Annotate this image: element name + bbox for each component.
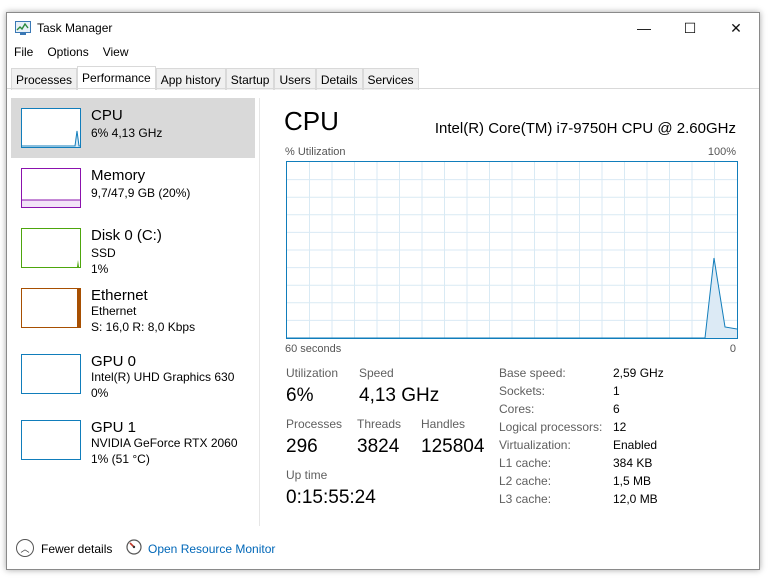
resource-detail-2: 1% (51 °C) bbox=[91, 452, 150, 466]
spec-key: Base speed: bbox=[499, 366, 566, 380]
resource-name: Disk 0 (C:) bbox=[91, 227, 162, 244]
spec-value: 1,5 MB bbox=[613, 474, 652, 488]
cpu-model-name: Intel(R) Core(TM) i7-9750H CPU @ 2.60GHz bbox=[434, 120, 736, 137]
resource-name: Ethernet bbox=[91, 287, 148, 304]
handles-label: Handles bbox=[421, 417, 466, 431]
resource-name: GPU 0 bbox=[91, 353, 137, 370]
chevron-up-icon[interactable]: ︿ bbox=[16, 539, 34, 557]
spec-key: L2 cache: bbox=[499, 474, 552, 488]
resource-name: GPU 1 bbox=[91, 419, 137, 436]
spec-key: L3 cache: bbox=[499, 492, 552, 506]
resource-detail: 6% 4,13 GHz bbox=[91, 126, 163, 140]
processes-value: 296 bbox=[286, 436, 318, 457]
tab-app-history[interactable]: App history bbox=[155, 68, 226, 90]
spec-key: Cores: bbox=[499, 402, 535, 416]
uptime-label: Up time bbox=[286, 468, 328, 482]
resource-item-disk[interactable]: Disk 0 (C:) SSD 1% bbox=[11, 218, 255, 278]
resource-name: Memory bbox=[91, 167, 146, 184]
resource-monitor-icon[interactable] bbox=[126, 539, 142, 555]
utilization-value: 6% bbox=[286, 385, 314, 406]
open-resource-monitor-link[interactable]: Open Resource Monitor bbox=[148, 542, 275, 556]
cpu-utilization-graph bbox=[286, 161, 738, 339]
title-bar: Task Manager — ☐ ✕ bbox=[7, 13, 759, 43]
resource-item-ethernet[interactable]: Ethernet Ethernet S: 16,0 R: 8,0 Kbps bbox=[11, 278, 255, 338]
tab-details[interactable]: Details bbox=[315, 68, 363, 90]
tab-divider bbox=[7, 88, 759, 89]
resource-detail-2: 1% bbox=[91, 262, 109, 276]
resource-detail: Intel(R) UHD Graphics 630 bbox=[91, 370, 235, 384]
menu-view[interactable]: View bbox=[96, 43, 136, 63]
footer-bar: ︿ Fewer details Open Resource Monitor bbox=[7, 529, 759, 569]
spec-value: 1 bbox=[613, 384, 620, 398]
panel-divider bbox=[259, 98, 260, 526]
spec-key: Virtualization: bbox=[499, 438, 571, 452]
task-manager-window: Task Manager — ☐ ✕ File Options View Pro… bbox=[6, 12, 760, 570]
threads-label: Threads bbox=[357, 417, 402, 431]
tab-processes[interactable]: Processes bbox=[11, 68, 78, 90]
graph-max-label: 100% bbox=[707, 146, 736, 158]
memory-thumbnail-graph bbox=[21, 168, 81, 208]
task-manager-app-icon bbox=[15, 21, 31, 35]
cpu-graph-canvas bbox=[287, 162, 737, 338]
processes-label: Processes bbox=[286, 417, 343, 431]
spec-value: 6 bbox=[613, 402, 620, 416]
menu-options[interactable]: Options bbox=[40, 43, 95, 63]
resource-list: CPU 6% 4,13 GHz Memory 9,7/47,9 GB (20%)… bbox=[11, 98, 257, 526]
spec-value: Enabled bbox=[613, 438, 658, 452]
gpu1-thumbnail-graph bbox=[21, 420, 81, 460]
graph-y-label: % Utilization bbox=[285, 146, 346, 158]
tab-startup[interactable]: Startup bbox=[225, 68, 275, 90]
resource-item-cpu[interactable]: CPU 6% 4,13 GHz bbox=[11, 98, 255, 158]
tab-services[interactable]: Services bbox=[362, 68, 419, 90]
spec-value: 2,59 GHz bbox=[613, 366, 664, 380]
resource-item-memory[interactable]: Memory 9,7/47,9 GB (20%) bbox=[11, 158, 255, 218]
utilization-label: Utilization bbox=[286, 366, 339, 380]
spec-key: Logical processors: bbox=[499, 420, 603, 434]
gpu0-thumbnail-graph bbox=[21, 354, 81, 394]
cpu-thumbnail-graph bbox=[21, 108, 81, 148]
resource-item-gpu0[interactable]: GPU 0 Intel(R) UHD Graphics 630 0% bbox=[11, 344, 255, 404]
spec-value: 12,0 MB bbox=[613, 492, 658, 506]
uptime-value: 0:15:55:24 bbox=[286, 487, 376, 508]
speed-label: Speed bbox=[359, 366, 394, 380]
menu-file[interactable]: File bbox=[7, 43, 40, 63]
detail-title: CPU bbox=[284, 106, 339, 136]
resource-detail: SSD bbox=[91, 246, 116, 260]
resource-detail: 9,7/47,9 GB (20%) bbox=[91, 186, 191, 200]
graph-min-label: 0 bbox=[729, 343, 736, 355]
tab-strip: Processes Performance App history Startu… bbox=[11, 66, 419, 90]
window-title: Task Manager bbox=[37, 21, 113, 35]
disk-thumbnail-graph bbox=[21, 228, 81, 268]
maximize-button[interactable]: ☐ bbox=[667, 13, 713, 43]
resource-item-gpu1[interactable]: GPU 1 NVIDIA GeForce RTX 2060 1% (51 °C) bbox=[11, 410, 255, 470]
resource-detail-2: S: 16,0 R: 8,0 Kbps bbox=[91, 320, 196, 334]
minimize-button[interactable]: — bbox=[621, 13, 667, 43]
fewer-details-link[interactable]: Fewer details bbox=[41, 542, 112, 556]
speed-value: 4,13 GHz bbox=[359, 385, 440, 406]
threads-value: 3824 bbox=[357, 436, 400, 457]
menu-bar: File Options View bbox=[7, 43, 136, 63]
spec-key: L1 cache: bbox=[499, 456, 552, 470]
resource-detail-2: 0% bbox=[91, 386, 109, 400]
handles-value: 125804 bbox=[421, 436, 485, 457]
spec-key: Sockets: bbox=[499, 384, 546, 398]
spec-value: 384 KB bbox=[613, 456, 653, 470]
spec-value: 12 bbox=[613, 420, 627, 434]
close-button[interactable]: ✕ bbox=[713, 13, 759, 43]
ethernet-thumbnail-graph bbox=[21, 288, 81, 328]
tab-users[interactable]: Users bbox=[274, 68, 316, 90]
resource-detail: NVIDIA GeForce RTX 2060 bbox=[91, 436, 238, 450]
resource-name: CPU bbox=[91, 107, 123, 124]
tab-performance[interactable]: Performance bbox=[77, 66, 156, 90]
graph-time-label: 60 seconds bbox=[285, 343, 342, 355]
resource-detail: Ethernet bbox=[91, 304, 137, 318]
